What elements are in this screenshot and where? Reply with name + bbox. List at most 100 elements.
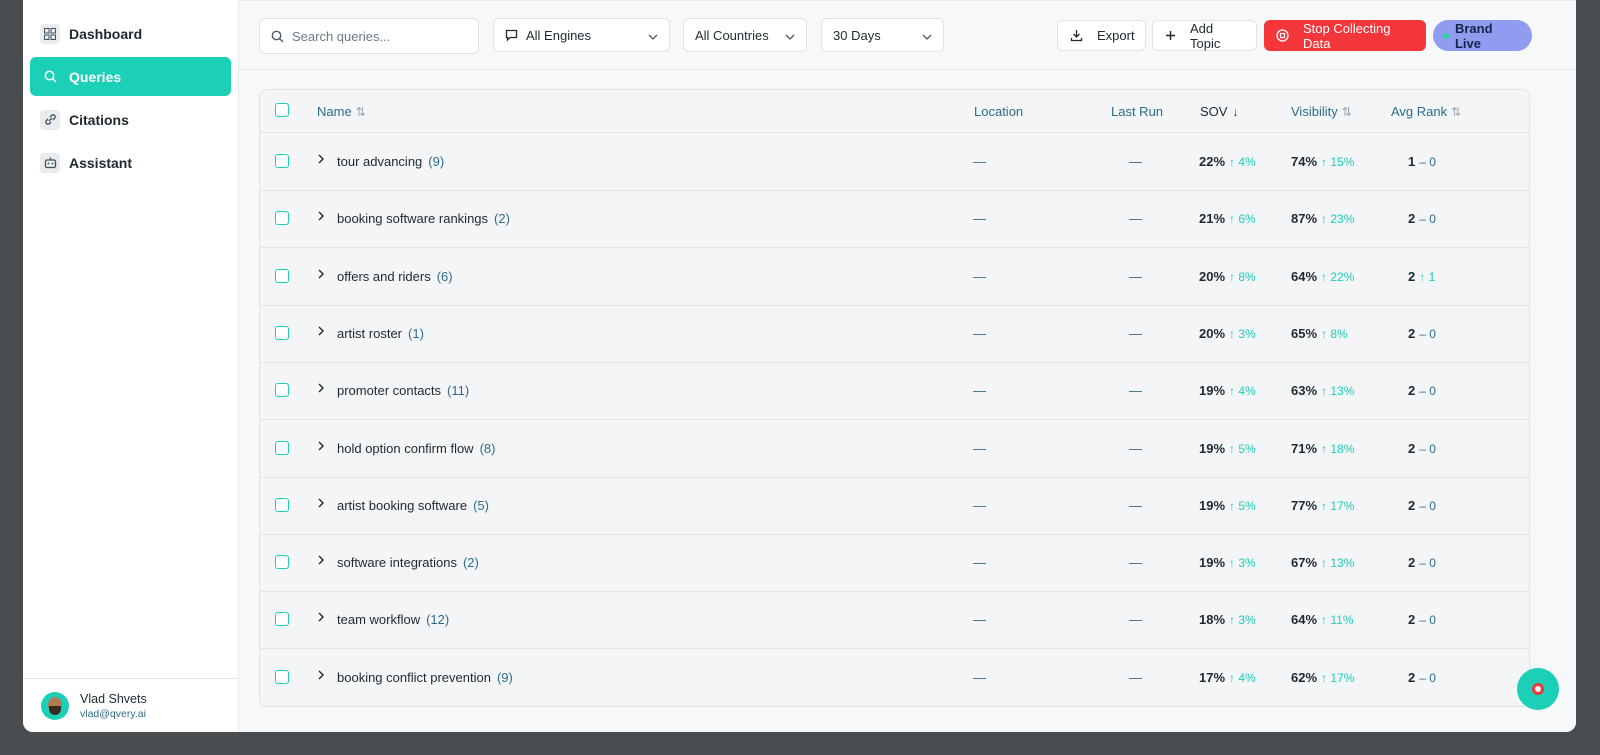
sidebar-item-label: Dashboard <box>69 25 143 42</box>
query-name[interactable]: booking software rankings (2) <box>337 211 510 226</box>
sov-value: 20% <box>1199 325 1226 341</box>
query-name[interactable]: tour advancing (9) <box>337 154 444 169</box>
visibility-cell: 67% ↑ 13% <box>1291 555 1371 570</box>
engines-value: All Engines <box>526 27 592 43</box>
chevron-right-icon[interactable] <box>318 496 324 511</box>
query-name[interactable]: hold option confirm flow (8) <box>337 441 495 456</box>
last-run-cell: — <box>1129 268 1142 284</box>
avg-rank-delta: ↑ 1 <box>1419 269 1436 284</box>
visibility-delta: ↑ 13% <box>1321 556 1355 571</box>
avg-rank-value: 2 <box>1408 383 1416 399</box>
column-visibility[interactable]: Visibility ⇅ <box>1291 104 1352 119</box>
column-sov[interactable]: SOV ↓ <box>1200 104 1238 119</box>
avg-rank-cell: 2– 0 <box>1408 441 1436 456</box>
table-row[interactable]: hold option confirm flow (8) — —19% ↑ 5% 71% ↑… <box>260 420 1529 478</box>
sov-value: 19% <box>1199 555 1226 571</box>
row-checkbox[interactable] <box>275 325 289 340</box>
stop-collecting-button[interactable]: Stop Collecting Data <box>1264 20 1426 51</box>
query-count: (9) <box>428 154 445 169</box>
search-input[interactable]: Search queries... <box>259 18 479 54</box>
row-checkbox[interactable] <box>275 383 289 398</box>
row-checkbox[interactable] <box>275 555 289 570</box>
location-cell: — <box>973 669 986 685</box>
visibility-delta: ↑ 22% <box>1321 269 1355 284</box>
column-name-label: Name <box>317 104 352 119</box>
countries-value: All Countries <box>695 27 769 43</box>
row-checkbox[interactable] <box>275 211 289 226</box>
table-row[interactable]: software integrations (2) — — 19% ↑ 3% 67% ↑ 13… <box>260 534 1529 593</box>
query-name[interactable]: artist roster (1) <box>337 326 424 341</box>
row-checkbox[interactable] <box>275 154 289 168</box>
chevron-right-icon[interactable] <box>318 668 324 683</box>
table-row[interactable]: promoter contacts (11) — — 19% ↑ 4% 63% ↑ 13% 2–… <box>260 362 1529 421</box>
chevron-right-icon[interactable] <box>318 209 324 224</box>
export-button[interactable]: Export <box>1057 20 1146 51</box>
query-count: (5) <box>473 497 489 513</box>
table-row[interactable]: booking software rankings (2) — — 21% ↑ 6% 87%… <box>260 190 1529 249</box>
visibility-value: 77% <box>1291 497 1318 513</box>
brand-live-button[interactable]: Brand Live <box>1433 20 1532 51</box>
chevron-right-icon[interactable] <box>318 610 324 625</box>
sidebar-item-citations[interactable]: Citations <box>30 100 231 139</box>
add-topic-button[interactable]: Add Topic <box>1152 20 1257 51</box>
chevron-right-icon[interactable] <box>318 324 324 339</box>
row-checkbox[interactable] <box>275 497 289 512</box>
row-checkbox[interactable] <box>275 268 289 283</box>
row-checkbox[interactable] <box>275 612 289 627</box>
column-avg-rank[interactable]: Avg Rank ⇅ <box>1391 104 1461 119</box>
select-all-checkbox[interactable] <box>275 103 289 117</box>
query-name[interactable]: team workflow (12) <box>337 612 449 627</box>
column-name[interactable]: Name ⇅ <box>317 104 366 119</box>
query-name-text: artist roster <box>337 325 403 341</box>
query-name[interactable]: promoter contacts (11) <box>337 383 469 398</box>
sidebar-item-queries[interactable]: Queries <box>30 57 231 96</box>
table-row[interactable]: offers and riders (6) — —20% ↑ 8% 64% ↑ 22% 2 ↑ … <box>260 248 1529 306</box>
help-button[interactable] <box>1517 668 1559 710</box>
add-topic-label: Add Topic <box>1190 20 1221 51</box>
table-row[interactable]: tour advancing (9) — — 22% ↑ 4% 74% ↑ 15% 1– 0 <box>260 133 1529 191</box>
table-row[interactable]: booking conflict prevention (9) — — 17% ↑ 4% 6… <box>260 649 1529 706</box>
query-name[interactable]: software integrations (2) <box>337 555 479 570</box>
query-name[interactable]: booking conflict prevention (9) <box>337 670 513 685</box>
sov-value: 21% <box>1199 211 1226 227</box>
avg-rank-cell: 2– 0 <box>1408 326 1436 341</box>
period-dropdown[interactable]: 30 Days <box>821 18 944 52</box>
chevron-right-icon[interactable] <box>318 152 324 167</box>
sov-delta: ↑ 4% <box>1229 155 1256 169</box>
countries-dropdown[interactable]: All Countries <box>683 18 807 52</box>
table-row[interactable]: team workflow (12) — — 18% ↑ 3% 64% ↑ 11% 2– 0 <box>260 591 1529 650</box>
sov-value: 19% <box>1199 383 1226 399</box>
query-name-text: software integrations <box>337 555 457 571</box>
query-name[interactable]: offers and riders (6) <box>337 269 453 284</box>
toolbar: Search queries... All Engines All Countr… <box>239 0 1576 70</box>
sidebar-item-dashboard[interactable]: Dashboard <box>30 14 231 53</box>
query-name-text: booking software rankings <box>337 211 489 227</box>
engines-dropdown[interactable]: All Engines <box>493 18 670 52</box>
location-cell: — <box>973 555 986 571</box>
sov-value: 19% <box>1199 497 1226 513</box>
column-last-run-label: Last Run <box>1111 104 1164 119</box>
avg-rank-delta: – 0 <box>1419 670 1436 685</box>
table-row[interactable]: artist roster (1) — — 20% ↑ 3% 65% ↑ 8% 2– 0 <box>260 305 1529 363</box>
stop-icon <box>1276 29 1289 42</box>
table-row[interactable]: artist booking software (5) — —19% ↑ 5% 77% ↑ … <box>260 477 1529 535</box>
avg-rank-delta: – 0 <box>1419 384 1436 399</box>
chevron-right-icon[interactable] <box>318 381 324 396</box>
sidebar-item-label: Queries <box>69 68 122 85</box>
last-run-cell: — <box>1129 383 1142 399</box>
last-run-cell: — <box>1129 325 1142 341</box>
query-name[interactable]: artist booking software (5) <box>337 498 489 513</box>
sov-cell: 19% ↑ 3% <box>1199 555 1269 570</box>
visibility-value: 71% <box>1291 440 1318 456</box>
chevron-right-icon[interactable] <box>318 553 324 568</box>
row-checkbox[interactable] <box>275 440 289 455</box>
visibility-cell: 87% ↑ 23% <box>1291 211 1371 226</box>
chevron-right-icon[interactable] <box>318 439 324 454</box>
row-checkbox[interactable] <box>275 669 289 684</box>
user-profile[interactable]: Vlad Shvets vlad@qvery.ai <box>23 678 238 732</box>
avg-rank-delta: – 0 <box>1419 155 1436 169</box>
chevron-right-icon[interactable] <box>318 267 324 282</box>
last-run-cell: — <box>1129 555 1142 571</box>
sidebar-item-assistant[interactable]: Assistant <box>30 143 231 182</box>
sov-delta: ↑ 3% <box>1229 613 1256 628</box>
